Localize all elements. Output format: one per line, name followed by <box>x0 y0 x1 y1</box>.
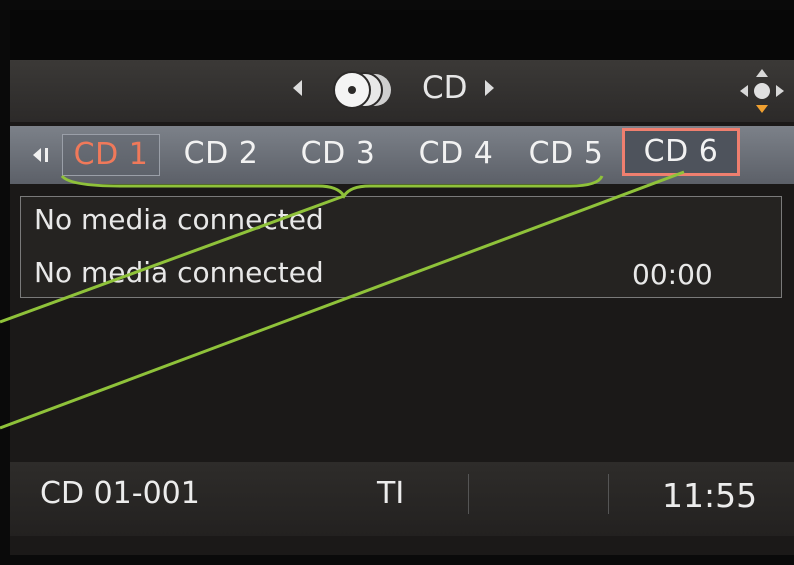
track-number: CD 01-001 <box>40 476 200 511</box>
tab-cd-3[interactable]: CD 3 <box>290 134 386 174</box>
tab-cd-6[interactable]: CD 6 <box>622 128 740 176</box>
cd-tab-bar: CD 1 CD 2 CD 3 CD 4 CD 5 CD 6 <box>10 126 794 184</box>
previous-source-arrow-icon[interactable] <box>293 80 302 96</box>
elapsed-time: 00:00 <box>632 258 713 291</box>
status-divider <box>468 474 469 514</box>
tab-cd-1[interactable]: CD 1 <box>62 134 160 176</box>
media-info-line-1: No media connected <box>34 203 324 236</box>
header-bar: CD <box>10 60 794 122</box>
status-divider <box>608 474 609 514</box>
top-bezel <box>10 10 794 60</box>
traffic-info-indicator: TI <box>377 476 405 511</box>
clock: 11:55 <box>662 476 758 515</box>
next-source-arrow-icon[interactable] <box>485 80 494 96</box>
cd-changer-icon <box>333 71 391 109</box>
tab-cd-4[interactable]: CD 4 <box>408 134 504 174</box>
tab-cd-2[interactable]: CD 2 <box>173 134 269 174</box>
media-info-line-2: No media connected <box>34 256 324 289</box>
scroll-left-bar-icon <box>45 148 48 162</box>
source-title: CD <box>422 70 468 106</box>
tab-cd-5[interactable]: CD 5 <box>518 134 614 174</box>
rotary-controller-icon <box>740 69 784 113</box>
scroll-left-icon[interactable] <box>33 148 41 162</box>
